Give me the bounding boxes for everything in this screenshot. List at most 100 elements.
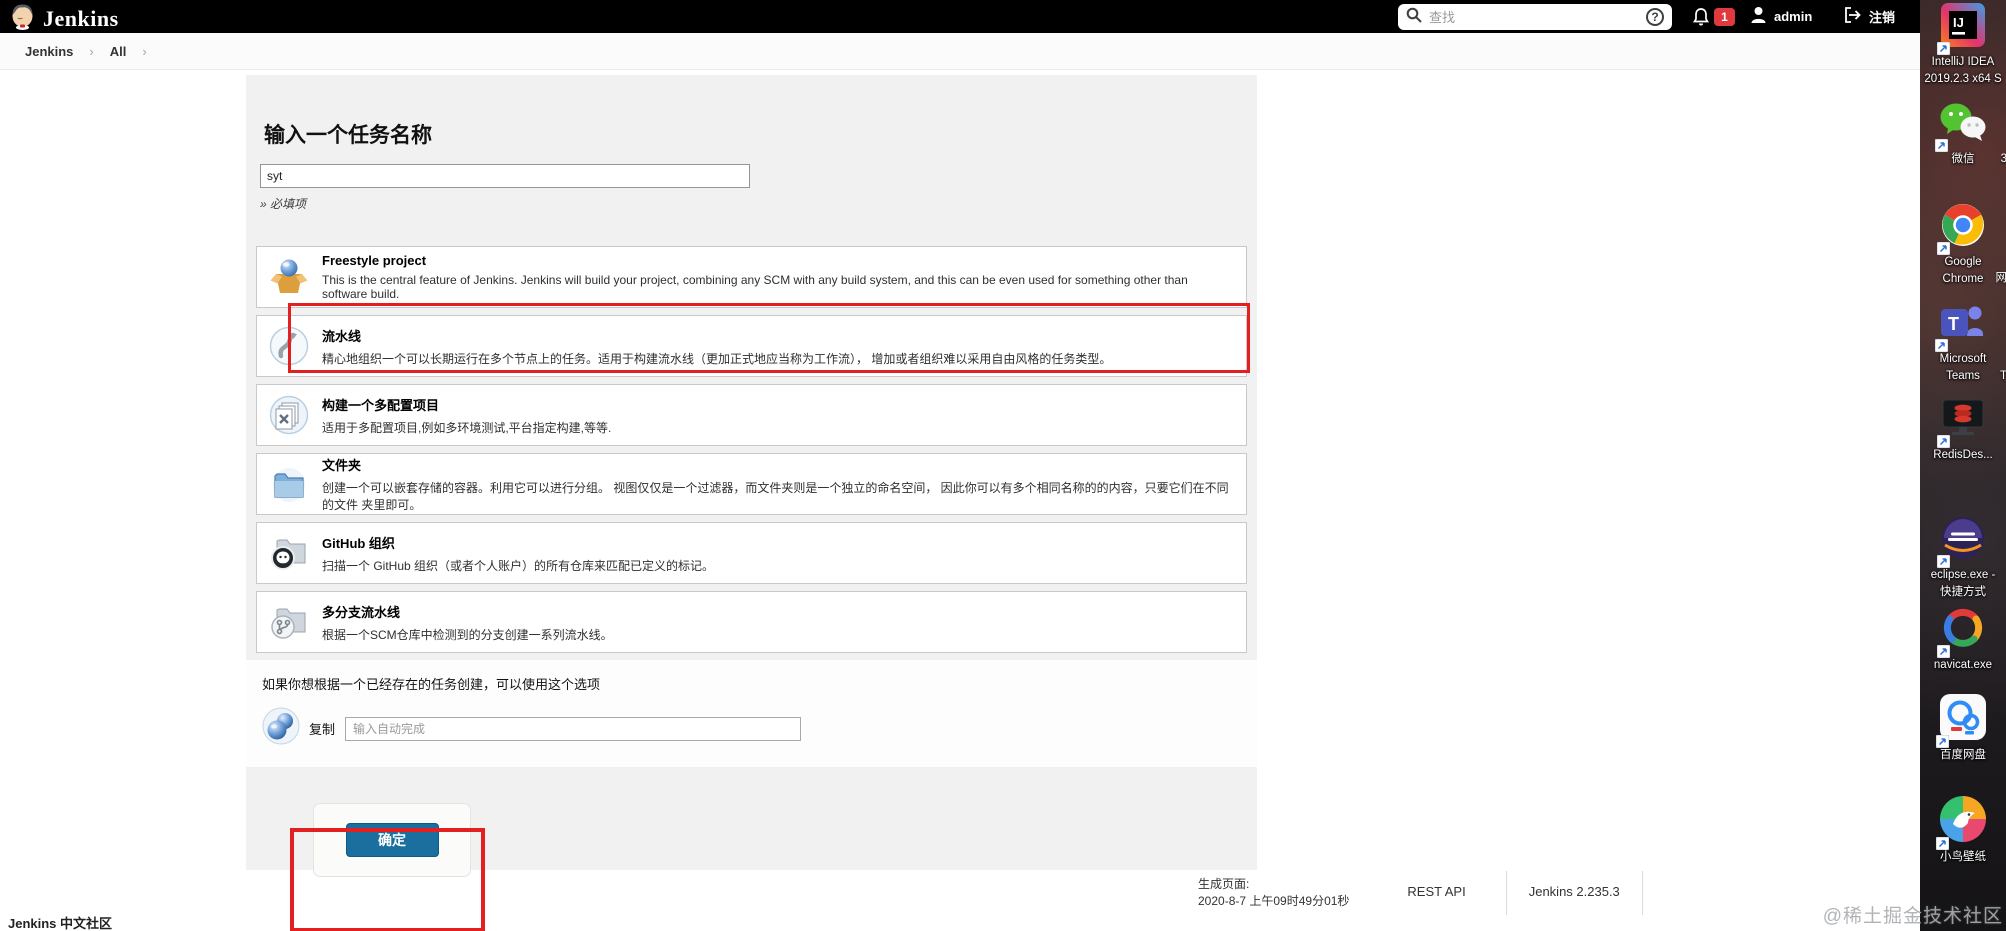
- logout-button[interactable]: 注销: [1843, 6, 1895, 27]
- generated-time-block: 生成页面: 2020-8-7 上午09时49分01秒: [1198, 871, 1349, 915]
- jenkins-version-link[interactable]: Jenkins 2.235.3: [1505, 871, 1643, 915]
- required-note: » 必填项: [260, 197, 307, 211]
- item-type-github-organization[interactable]: GitHub 组织 扫描一个 GitHub 组织（或者个人账户）的所有仓库来匹配…: [256, 522, 1247, 584]
- desktop-icon-google-chrome[interactable]: Google Chrome 网: [1920, 203, 2006, 286]
- windows-desktop-strip: IJ IntelliJ IDEA 2019.2.3 x64 S 微信 3 Goo…: [1920, 0, 2006, 931]
- jenkins-butler-icon: [10, 2, 35, 35]
- rest-api-link[interactable]: REST API: [1407, 871, 1465, 915]
- page-title: 输入一个任务名称: [264, 124, 432, 147]
- item-type-freestyle[interactable]: Freestyle project This is the central fe…: [256, 246, 1247, 308]
- search-box[interactable]: ?: [1398, 4, 1672, 30]
- desktop-icon-label: 微信: [1951, 153, 1975, 165]
- github-organization-icon: [266, 533, 312, 573]
- desktop-icon-label: 快捷方式: [1940, 586, 1986, 598]
- item-description: 适用于多配置项目,例如多环境测试,平台指定构建,等等.: [322, 420, 612, 435]
- desktop-icon-label: navicat.exe: [1933, 659, 1993, 671]
- bird-wallpaper-icon: [1936, 796, 1986, 850]
- search-icon: [1406, 7, 1422, 28]
- cutoff-neighbor-label: T: [1999, 370, 2006, 382]
- item-description: 创建一个可以嵌套存储的容器。利用它可以进行分组。 视图仅仅是一个过滤器，而文件夹…: [322, 481, 1229, 512]
- intellij-idea-icon: IJ: [1937, 3, 1985, 55]
- shortcut-arrow-icon: [1937, 435, 1950, 448]
- eclipse-icon: [1937, 516, 1985, 568]
- new-item-form: 输入一个任务名称 » 必填项: [246, 75, 1257, 877]
- shortcut-arrow-icon: [1935, 339, 1948, 352]
- copy-from-input[interactable]: [345, 716, 802, 741]
- jenkins-logo[interactable]: Jenkins: [10, 2, 119, 35]
- jenkins-new-item-page: Jenkins ? 1 admin 注销 Jenkins: [0, 0, 2006, 931]
- desktop-icon-label: 百度网盘: [1940, 749, 1986, 761]
- desktop-icon-intellij-idea[interactable]: IJ IntelliJ IDEA 2019.2.3 x64 S: [1920, 3, 2006, 86]
- desktop-icon-navicat[interactable]: navicat.exe: [1920, 606, 2006, 672]
- svg-text:T: T: [1948, 314, 1959, 334]
- search-help-icon[interactable]: ?: [1646, 8, 1664, 26]
- logout-icon: [1843, 6, 1862, 27]
- pipeline-icon: [266, 326, 312, 366]
- shortcut-arrow-icon: [1935, 139, 1948, 152]
- shortcut-arrow-icon: [1937, 555, 1950, 568]
- desktop-icon-label: Chrome: [1942, 273, 1984, 285]
- notification-bell-icon[interactable]: [1692, 7, 1710, 31]
- breadcrumb: Jenkins › All ›: [0, 33, 1920, 70]
- ok-button[interactable]: 确定: [345, 823, 439, 857]
- item-type-multiconfiguration[interactable]: 构建一个多配置项目 适用于多配置项目,例如多环境测试,平台指定构建,等等.: [256, 384, 1247, 446]
- item-description: 精心地组织一个可以长期运行在多个节点上的任务。适用于构建流水线（更加正式地应当称…: [322, 351, 1112, 366]
- freestyle-project-icon: [266, 257, 312, 297]
- item-description: 根据一个SCM仓库中检测到的分支创建一系列流水线。: [322, 627, 613, 642]
- desktop-icon-label: eclipse.exe -: [1930, 569, 1996, 581]
- copy-hint-text: 如果你想根据一个已经存在的任务创建，可以使用这个选项: [262, 677, 601, 692]
- user-icon: [1750, 6, 1767, 27]
- user-menu[interactable]: admin: [1750, 6, 1812, 27]
- google-chrome-icon: [1937, 203, 1985, 255]
- desktop-icon-baidu-netdisk[interactable]: 百度网盘: [1920, 694, 2006, 762]
- brand-title: Jenkins: [43, 5, 119, 31]
- microsoft-teams-icon: T: [1935, 300, 1987, 352]
- item-name-input[interactable]: [260, 164, 750, 188]
- item-type-multibranch-pipeline[interactable]: 多分支流水线 根据一个SCM仓库中检测到的分支创建一系列流水线。: [256, 591, 1247, 653]
- ok-section: 确定: [246, 767, 1257, 891]
- item-type-folder[interactable]: 文件夹 创建一个可以嵌套存储的容器。利用它可以进行分组。 视图仅仅是一个过滤器，…: [256, 453, 1247, 515]
- desktop-icon-label: Teams: [1946, 370, 1980, 382]
- item-title: Freestyle project: [322, 253, 427, 268]
- desktop-icon-label: RedisDes...: [1933, 449, 1993, 461]
- page-footer: 生成页面: 2020-8-7 上午09时49分01秒 REST API Jenk…: [1198, 871, 1643, 915]
- generated-label: 生成页面:: [1198, 877, 1250, 891]
- breadcrumb-all[interactable]: All: [110, 44, 127, 59]
- user-name: admin: [1774, 9, 1813, 24]
- multi-configuration-icon: [266, 395, 312, 435]
- desktop-icon-bird-wallpaper[interactable]: 小鸟壁纸: [1920, 796, 2006, 864]
- item-title: 多分支流水线: [322, 604, 401, 620]
- main-content: 输入一个任务名称 » 必填项: [0, 70, 1920, 931]
- wechat-icon: [1935, 100, 1987, 152]
- jenkins-chinese-community-link[interactable]: Jenkins 中文社区: [8, 913, 112, 931]
- logout-label: 注销: [1869, 10, 1896, 25]
- desktop-icon-microsoft-teams[interactable]: T Microsoft Teams T: [1920, 300, 2006, 383]
- shortcut-arrow-icon: [1936, 735, 1949, 748]
- baidu-netdisk-icon: [1936, 694, 1986, 748]
- notification-count-badge[interactable]: 1: [1714, 8, 1735, 26]
- desktop-icon-eclipse[interactable]: eclipse.exe - 快捷方式: [1920, 516, 2006, 599]
- multibranch-pipeline-icon: [266, 602, 312, 642]
- item-title: 文件夹: [322, 458, 362, 473]
- item-type-list: Freestyle project This is the central fe…: [256, 246, 1247, 653]
- search-input[interactable]: [1429, 9, 1646, 25]
- item-type-pipeline[interactable]: 流水线 精心地组织一个可以长期运行在多个节点上的任务。适用于构建流水线（更加正式…: [256, 315, 1247, 377]
- item-title: 流水线: [322, 328, 362, 344]
- item-title: 构建一个多配置项目: [322, 397, 440, 413]
- ok-button-container: 确定: [313, 803, 471, 877]
- desktop-icon-label: 2019.2.3 x64 S: [1924, 73, 2002, 85]
- shortcut-arrow-icon: [1937, 42, 1950, 55]
- desktop-icon-redis-desktop-manager[interactable]: RedisDes...: [1920, 398, 2006, 462]
- desktop-icon-label: 小鸟壁纸: [1940, 851, 1986, 863]
- desktop-icon-label: Microsoft: [1939, 353, 1987, 365]
- copy-icon: [262, 707, 300, 750]
- chevron-right-icon: ›: [89, 43, 94, 59]
- shortcut-arrow-icon: [1937, 645, 1950, 658]
- copy-from-section: 如果你想根据一个已经存在的任务创建，可以使用这个选项 复制 输入自动完成: [246, 660, 1257, 767]
- cutoff-neighbor-label: 3: [2000, 153, 2006, 165]
- cutoff-neighbor-label: 网: [1995, 272, 2006, 284]
- breadcrumb-jenkins[interactable]: Jenkins: [25, 44, 73, 59]
- top-bar: Jenkins ? 1 admin 注销: [0, 0, 1920, 33]
- desktop-icon-wechat[interactable]: 微信 3: [1920, 100, 2006, 166]
- desktop-icon-label: IntelliJ IDEA: [1931, 56, 1995, 68]
